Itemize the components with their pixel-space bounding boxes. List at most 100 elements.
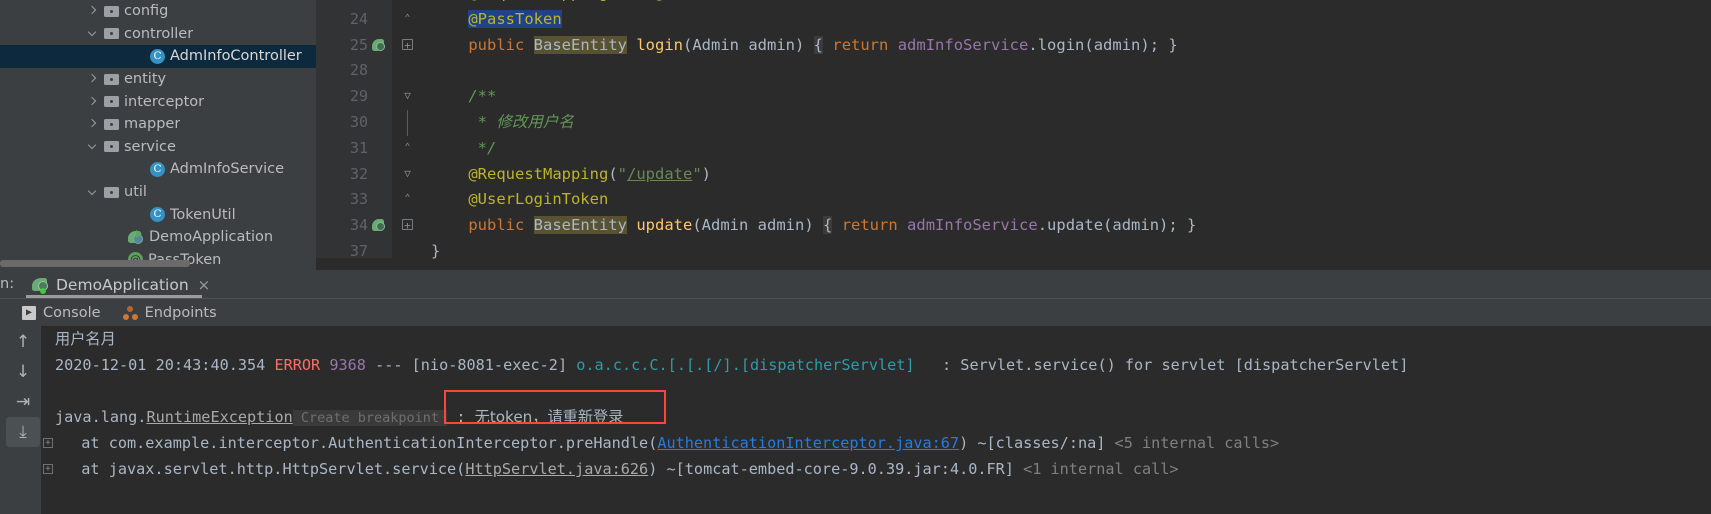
console-line[interactable]: java.lang.RuntimeException Create breakp… [41,404,1711,430]
tab-console[interactable]: ▶ Console [22,305,101,321]
tree-item-label: mapper [124,116,181,133]
code-line[interactable]: 32 ▽ @RequestMapping("/update") [316,162,1711,188]
chevron-down-icon[interactable] [86,140,99,153]
console-tab-bar: ▶ Console Endpoints [0,298,1711,325]
tree-item-label: service [124,138,176,155]
scroll-to-end-button[interactable]: ⤓ [6,417,40,447]
tree-item-util[interactable]: util [0,181,316,204]
tree-item-entity[interactable]: entity [0,68,316,91]
line-number: 37 [349,241,368,260]
code-text: @RequestMapping("/update") [468,164,712,183]
chevron-right-icon[interactable] [86,95,99,108]
top-region: config controller C AdmInfoController entity… [0,0,1711,270]
tree-item-adminfocontroller[interactable]: C AdmInfoController [0,45,316,68]
console-line[interactable]: + at com.example.interceptor.Authenticat… [41,430,1711,456]
console-output[interactable]: 用户名月 2020-12-01 20:43:40.354 ERROR 9368 -… [41,326,1711,514]
folder-icon [104,5,119,18]
line-number: 31 [349,138,368,157]
tree-horizontal-scrollbar[interactable] [0,260,316,267]
tree-item-tokenutil[interactable]: C TokenUtil [0,203,316,226]
run-gutter-icon[interactable] [372,38,387,53]
code-content[interactable]: 23⌃ @RequestMapping("/login")24⌃ @PassTo… [316,0,1711,265]
line-number: 25 [349,35,368,54]
chevron-right-icon[interactable] [86,118,99,131]
line-number: 29 [349,87,368,106]
code-line[interactable]: 29 ▽ /** [316,84,1711,110]
tree-item-adminfoservice[interactable]: C AdmInfoService [0,158,316,181]
fold-end-icon[interactable]: ⌃ [402,13,413,24]
tree-item-config[interactable]: config [0,0,316,23]
folder-icon [104,27,119,40]
code-line[interactable]: 30 * 修改用户名 [316,109,1711,136]
tree-item-demoapplication[interactable]: DemoApplication [0,226,316,249]
folder-icon [104,186,119,199]
scroll-up-button[interactable]: ↑ [6,327,40,357]
code-line[interactable]: 28 [316,58,1711,84]
tree-item-interceptor[interactable]: interceptor [0,90,316,113]
tree-item-service[interactable]: service [0,136,316,159]
code-text: @UserLoginToken [468,190,609,209]
chevron-down-icon[interactable] [86,27,99,40]
project-tree[interactable]: config controller C AdmInfoController entity… [0,0,316,270]
code-editor[interactable]: 23⌃ @RequestMapping("/login")24⌃ @PassTo… [316,0,1711,260]
line-number: 30 [349,112,368,131]
tab-console-label: Console [43,304,101,321]
run-window-label: n: [0,276,15,292]
run-gutter-icon[interactable] [372,218,387,233]
soft-wrap-button[interactable]: ⇥ [6,387,40,417]
tree-item-label: AdmInfoService [170,161,285,178]
code-text: /** [468,87,497,106]
class-icon: C [150,207,165,223]
fold-start-icon[interactable]: ▽ [402,90,413,101]
scroll-up-icon: ↑ [15,332,31,352]
chevron-right-icon[interactable] [86,73,99,86]
folder-icon [104,73,119,86]
tab-endpoints[interactable]: Endpoints [122,305,217,321]
line-number: 23 [316,0,368,7]
endpoints-icon [122,305,138,320]
fold-expand-icon[interactable]: + [402,38,413,51]
chevron-right-icon[interactable] [86,5,99,18]
code-text: * 修改用户名 [477,112,574,131]
chevron-down-icon[interactable] [86,186,99,199]
spring-boot-run-icon [32,277,50,294]
arrow-spacer [110,231,123,244]
console-icon: ▶ [22,305,36,320]
code-text: */ [477,138,497,157]
tree-item-label: interceptor [124,93,205,110]
tree-item-label: TokenUtil [170,206,236,223]
class-icon: C [150,48,165,64]
console-line[interactable]: 用户名月 [41,326,1711,352]
scroll-down-button[interactable]: ↓ [6,357,40,387]
code-line[interactable]: 24 ⌃ @PassToken [316,7,1711,33]
console-line[interactable]: 2020-12-01 20:43:40.354 ERROR 9368 --- [… [41,352,1711,378]
console-fold-icon[interactable]: + [43,438,53,448]
fold-expand-icon[interactable]: + [402,219,413,231]
scroll-to-end-icon: ⤓ [19,422,27,442]
tree-item-controller[interactable]: controller [0,23,316,46]
code-line[interactable]: 34 + public BaseEntity update(Admin admin… [316,213,1711,239]
spring-boot-icon [128,229,144,245]
tree-item-mapper[interactable]: mapper [0,113,316,136]
console-line[interactable] [41,378,1711,404]
fold-start-icon[interactable]: ▽ [402,168,413,179]
code-text: } [431,241,441,260]
code-line[interactable]: 23⌃ @RequestMapping("/login") [316,0,1711,7]
console-fold-icon[interactable]: + [43,464,53,474]
code-line[interactable]: 31 ⌃ */ [316,136,1711,162]
close-icon[interactable]: × [198,276,211,294]
code-line[interactable]: 25 + public BaseEntity login(Admin admin)… [316,33,1711,59]
code-line[interactable]: 37} [316,239,1711,265]
console-side-toolbar[interactable]: ↑ ↓ ⇥ ⤓ [6,327,40,514]
tree-item-label: DemoApplication [149,229,274,246]
fold-end-icon[interactable]: ⌃ [402,193,413,204]
folder-icon [104,118,119,131]
scroll-down-icon: ↓ [15,362,31,382]
folder-icon [104,95,119,108]
code-text: public BaseEntity update(Admin admin) { … [468,216,1197,235]
fold-end-icon[interactable]: ⌃ [402,142,413,153]
code-line[interactable]: 33 ⌃ @UserLoginToken [316,187,1711,213]
line-number: 34 [349,216,368,235]
console-line[interactable]: + at javax.servlet.http.HttpServlet.serv… [41,456,1711,482]
line-number: 24 [349,9,368,28]
